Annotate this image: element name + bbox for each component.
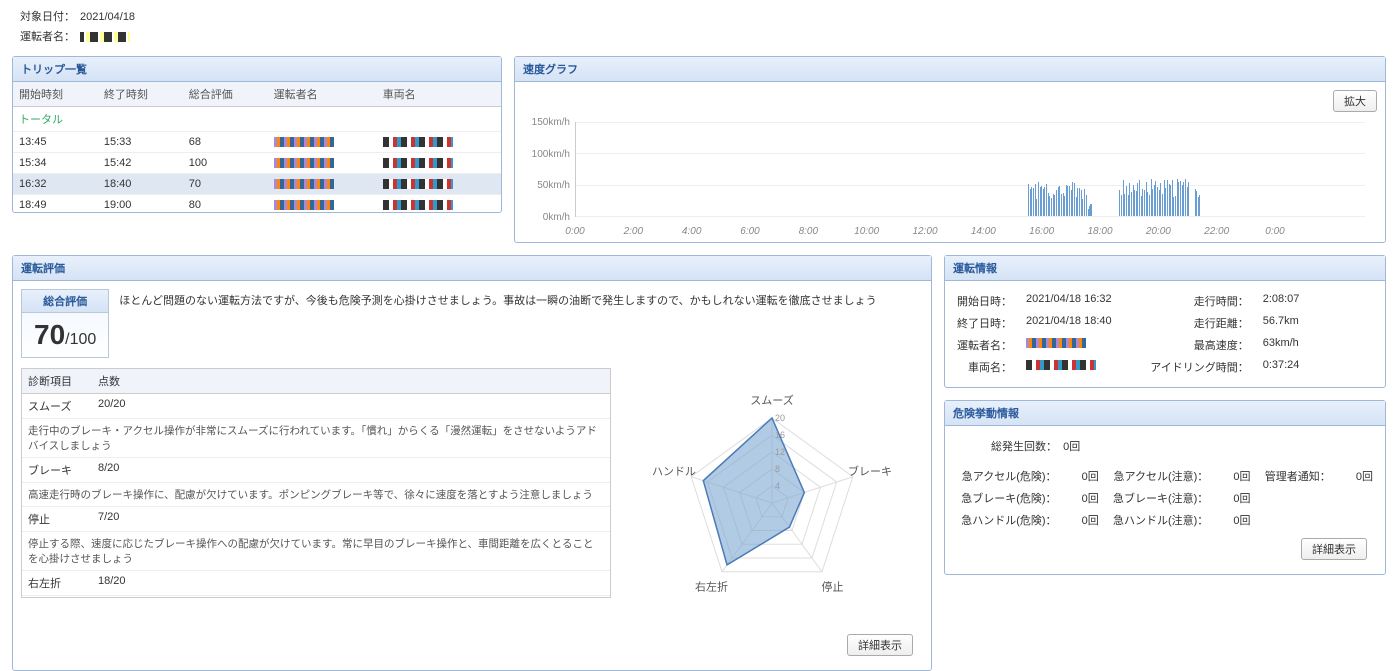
eval-title: 運転評価	[21, 260, 65, 276]
info-key: 走行時間：	[1150, 293, 1248, 309]
svg-text:12: 12	[775, 447, 785, 457]
expand-button[interactable]: 拡大	[1333, 90, 1377, 112]
danger-title: 危険挙動情報	[953, 405, 1019, 421]
svg-text:20: 20	[775, 413, 785, 423]
svg-text:ハンドル: ハンドル	[652, 466, 696, 478]
diag-row: 停止7/20	[22, 507, 610, 532]
danger-panel: 危険挙動情報 総発生回数： 0回 急アクセル(危険)：0回急アクセル(注意)：0…	[944, 400, 1386, 575]
trip-col: 運転者名	[268, 82, 377, 107]
svg-text:ブレーキ: ブレーキ	[848, 464, 892, 478]
drive-info-title: 運転情報	[953, 260, 997, 276]
eval-message: ほとんど問題のない運転方法ですが、今後も危険予測を心掛けさせましょう。事故は一瞬…	[119, 289, 923, 310]
trip-row[interactable]: 18:4919:0080	[13, 195, 501, 213]
danger-value	[1341, 490, 1373, 506]
trip-table: 開始時刻終了時刻総合評価運転者名車両名 トータル13:4515:336815:3…	[13, 82, 501, 212]
danger-value: 0回	[1341, 468, 1373, 484]
overall-score: 70	[34, 319, 65, 350]
trip-row[interactable]: 16:3218:4070	[13, 174, 501, 195]
info-key: アイドリング時間：	[1150, 359, 1248, 375]
info-key: 最高速度：	[1150, 337, 1248, 353]
info-value: 63km/h	[1263, 337, 1373, 353]
danger-key: 急ハンドル(注意)：	[1109, 512, 1209, 528]
svg-text:8: 8	[775, 464, 780, 474]
drive-info-panel: 運転情報 開始日時： 2021/04/18 16:32 走行時間： 2:08:07 終了…	[944, 255, 1386, 388]
diag-row: スムーズ20/20	[22, 394, 610, 419]
header-info: 対象日付：2021/04/18 運転者名：	[0, 0, 1398, 56]
info-value: 2021/04/18 16:32	[1026, 293, 1136, 309]
trip-row[interactable]: 13:4515:3368	[13, 132, 501, 153]
info-value	[1026, 359, 1136, 375]
diag-comment: 右左折前のスムーズな減速と、右左折中の的確な速度調整ができています。今後も継続し…	[22, 596, 610, 599]
danger-key	[1261, 490, 1331, 506]
info-key: 車両名：	[957, 359, 1012, 375]
danger-value: 0回	[1218, 490, 1250, 506]
danger-total-value: 0回	[1063, 441, 1080, 453]
driver-name-redacted	[80, 32, 130, 42]
overall-score-box: 総合評価 70/100	[21, 289, 109, 358]
diag-table[interactable]: 診断項目点数スムーズ20/20走行中のブレーキ・アクセル操作が非常にスムーズに行…	[21, 368, 611, 598]
trip-list-scroll[interactable]: 開始時刻終了時刻総合評価運転者名車両名 トータル13:4515:336815:3…	[13, 82, 501, 212]
danger-value	[1341, 512, 1373, 528]
danger-key: 急ハンドル(危険)：	[957, 512, 1057, 528]
danger-key: 急アクセル(注意)：	[1109, 468, 1209, 484]
svg-text:停止: 停止	[822, 579, 844, 593]
diag-comment: 停止する際、速度に応じたブレーキ操作への配慮が欠けています。常に早目のブレーキ操…	[22, 532, 610, 571]
danger-key	[1261, 512, 1331, 528]
trip-total-row[interactable]: トータル	[13, 107, 501, 132]
info-value	[1026, 337, 1136, 353]
target-date-label: 対象日付：	[20, 8, 80, 24]
danger-detail-button[interactable]: 詳細表示	[1301, 538, 1367, 560]
trip-col: 終了時刻	[98, 82, 183, 107]
danger-value: 0回	[1067, 490, 1099, 506]
overall-denom: /100	[65, 331, 96, 348]
info-key: 開始日時：	[957, 293, 1012, 309]
svg-text:16: 16	[775, 430, 785, 440]
trip-list-title: トリップ一覧	[21, 61, 87, 77]
trip-col: 総合評価	[183, 82, 268, 107]
danger-key: 急ブレーキ(危険)：	[957, 490, 1057, 506]
driver-name-label: 運転者名：	[20, 28, 80, 44]
info-value: 2021/04/18 18:40	[1026, 315, 1136, 331]
danger-value: 0回	[1067, 512, 1099, 528]
info-key: 運転者名：	[957, 337, 1012, 353]
danger-total-label: 総発生回数：	[957, 438, 1057, 454]
svg-text:右左折: 右左折	[695, 579, 728, 593]
speed-chart-panel: 速度グラフ 拡大 0km/h50km/h100km/h150km/h0:002:…	[514, 56, 1386, 243]
eval-panel: 運転評価 総合評価 70/100 ほとんど問題のない運転方法ですが、今後も危険予…	[12, 255, 932, 671]
svg-text:スムーズ: スムーズ	[750, 393, 793, 407]
speed-chart-title: 速度グラフ	[523, 61, 578, 77]
info-key: 終了日時：	[957, 315, 1012, 331]
danger-value: 0回	[1218, 468, 1250, 484]
diag-comment: 走行中のブレーキ・アクセル操作が非常にスムーズに行われています。「慣れ」からくる…	[22, 419, 610, 458]
diag-row: ブレーキ8/20	[22, 458, 610, 483]
info-value: 2:08:07	[1263, 293, 1373, 309]
trip-col: 開始時刻	[13, 82, 98, 107]
danger-key: 管理者通知：	[1261, 468, 1331, 484]
danger-key: 急アクセル(危険)：	[957, 468, 1057, 484]
svg-text:4: 4	[775, 481, 780, 491]
info-value: 0:37:24	[1263, 359, 1373, 375]
danger-key: 急ブレーキ(注意)：	[1109, 490, 1209, 506]
info-value: 56.7km	[1263, 315, 1373, 331]
danger-value: 0回	[1067, 468, 1099, 484]
eval-detail-button[interactable]: 詳細表示	[847, 634, 913, 656]
overall-score-label: 総合評価	[22, 290, 108, 313]
radar-chart: スムーズブレーキ停止 右左折 ハンドル 4 8 12 16 20	[621, 368, 923, 628]
target-date-value: 2021/04/18	[80, 11, 135, 23]
info-key: 走行距離：	[1150, 315, 1248, 331]
speed-chart: 0km/h50km/h100km/h150km/h0:002:004:006:0…	[515, 112, 1385, 242]
diag-comment: 高速走行時のブレーキ操作に、配慮が欠けています。ポンピングブレーキ等で、徐々に速…	[22, 483, 610, 507]
trip-row[interactable]: 15:3415:42100	[13, 153, 501, 174]
trip-list-panel: トリップ一覧 開始時刻終了時刻総合評価運転者名車両名 トータル13:4515:3…	[12, 56, 502, 213]
trip-col: 車両名	[377, 82, 501, 107]
diag-row: 右左折18/20	[22, 571, 610, 596]
danger-value: 0回	[1218, 512, 1250, 528]
